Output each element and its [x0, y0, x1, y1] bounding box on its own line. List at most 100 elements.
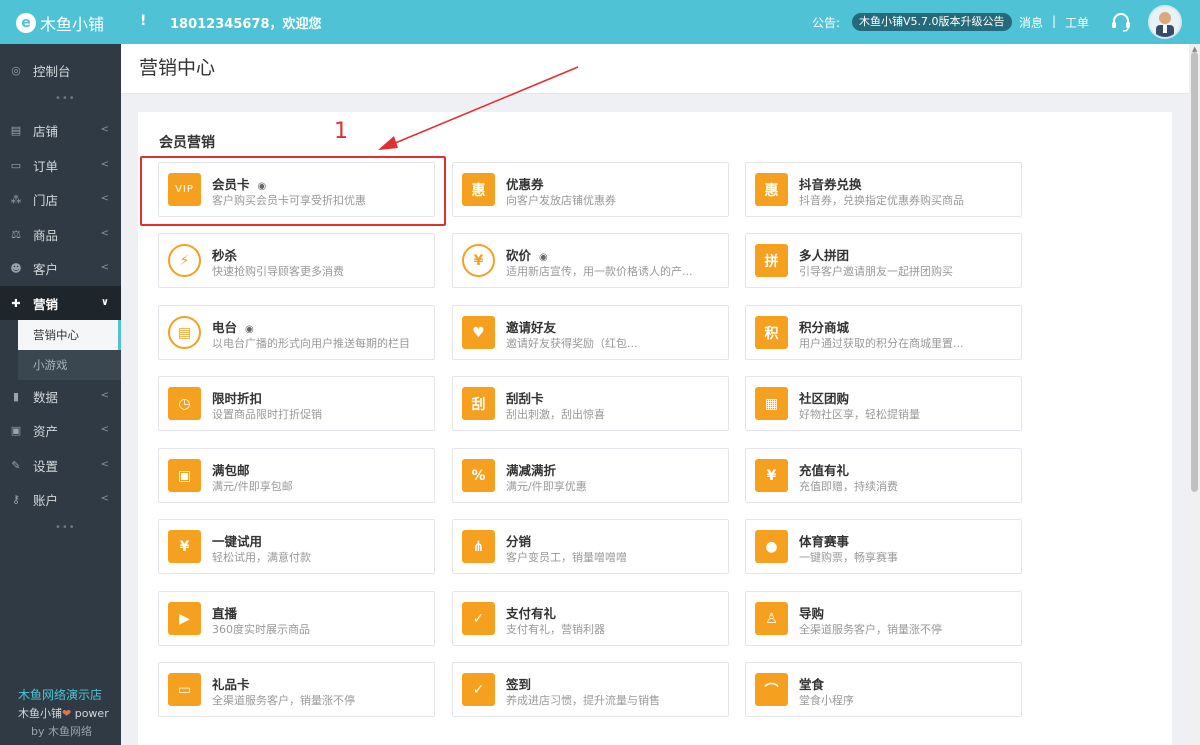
card-title: 多人拼团 — [799, 245, 849, 264]
chevron-left-icon: < — [100, 390, 109, 401]
by-credit: by 木鱼网络 — [31, 725, 92, 738]
store-icon: ▤ — [10, 123, 22, 137]
marketing-card-20[interactable]: ✓ 支付有礼 支付有礼，营销利器 — [452, 591, 729, 646]
marketing-card-6[interactable]: 拼多人拼团引导客户邀请朋友一起拼团购买 — [745, 233, 1022, 288]
chevron-left-icon: < — [100, 228, 109, 239]
sidebar-item-assets[interactable]: ▣ 资产 < — [0, 413, 121, 447]
marketing-card-7[interactable]: ▤ 电台 ◉ 以电台广播的形式向用户推送每期的栏目 — [158, 305, 435, 360]
card-title-text: 砍价 — [506, 248, 532, 263]
basketball-icon: ● — [755, 530, 788, 563]
order-icon: ▭ — [10, 158, 22, 172]
sidebar-item-orders[interactable]: ▭ 订单 < — [0, 148, 121, 182]
sidebar-item-label: 设置 — [33, 458, 59, 474]
marketing-card-4[interactable]: ⚡ 秒杀 快速抢购引导顾客更多消费 — [158, 233, 435, 288]
marketing-card-1[interactable]: VIP 会员卡 ◉ 客户购买会员卡可享受折扣优惠 — [158, 162, 435, 217]
guide-icon: ♙ — [755, 602, 788, 635]
sidebar-divider: ••• — [55, 93, 76, 104]
sidebar-item-customers[interactable]: ☻ 客户 < — [0, 251, 121, 285]
card-title-text: 礼品卡 — [212, 677, 250, 692]
goods-icon: ⚖ — [11, 227, 21, 241]
marketing-card-14[interactable]: % 满减满折 满元/件即享优惠 — [452, 448, 729, 503]
workorder-link[interactable]: 工单 — [1065, 14, 1089, 31]
card-title: 分销 — [506, 531, 531, 550]
card-description: 适用新店宣传，用一款价格诱人的产... — [506, 265, 693, 278]
user-avatar-icon — [1150, 7, 1180, 37]
marketing-card-5[interactable]: ¥ 砍价 ◉ 适用新店宣传，用一款价格诱人的产... — [452, 233, 729, 288]
sidebar-subitem-marketing-center[interactable]: 营销中心 — [18, 320, 121, 350]
marketing-card-16[interactable]: ¥ 一键试用 轻松试用，满意付款 — [158, 519, 435, 574]
marketing-card-11[interactable]: 刮刮刮卡 刮出刺激，刮出惊喜 — [452, 376, 729, 431]
scrollbar-thumb[interactable] — [1191, 52, 1198, 492]
marketing-card-21[interactable]: ♙ 导购 全渠道服务客户，销量涨不停 — [745, 591, 1022, 646]
card-description: 充值即赠，持续消费 — [799, 480, 898, 493]
card-title-text: 分销 — [506, 534, 532, 549]
asset-icon: ▣ — [10, 423, 22, 437]
logo-icon: e — [16, 13, 36, 33]
card-title: 导购 — [799, 603, 824, 622]
eye-icon[interactable]: ◉ — [258, 181, 267, 192]
bargain-icon: ¥ — [462, 244, 495, 277]
card-description: 支付有礼，营销利器 — [506, 623, 605, 636]
card-description: 用户通过获取的积分在商城里置... — [799, 337, 964, 350]
avatar[interactable] — [1148, 5, 1182, 39]
marketing-card-15[interactable]: ¥ 充值有礼 充值即赠，持续消费 — [745, 448, 1022, 503]
welcome-text: 18012345678，欢迎您 — [170, 17, 322, 32]
marketing-card-24[interactable]: ⌒ 堂食 堂食小程序 — [745, 662, 1022, 717]
sidebar-item-settings[interactable]: ✎ 设置 < — [0, 448, 121, 482]
moneybag-icon: ¥ — [755, 459, 788, 492]
card-description: 向客户发放店铺优惠券 — [506, 194, 616, 207]
eye-icon[interactable]: ◉ — [539, 252, 548, 263]
sidebar-subitem-mini-games[interactable]: 小游戏 — [18, 350, 121, 380]
card-title: 一键试用 — [212, 531, 262, 550]
card-title-text: 堂食 — [799, 677, 825, 692]
marketing-card-19[interactable]: ▶ 直播 360度实时展示商品 — [158, 591, 435, 646]
sidebar-item-store[interactable]: ▤ 店铺 < — [0, 113, 121, 147]
marketing-card-10[interactable]: ◷ 限时折扣 设置商品限时打折促销 — [158, 376, 435, 431]
card-title: 秒杀 — [212, 245, 237, 264]
sidebar-item-goods[interactable]: ⚖ 商品 < — [0, 217, 121, 251]
card-title: 邀请好友 — [506, 317, 556, 336]
card-title: 签到 — [506, 674, 531, 693]
group-buy-icon: 拼 — [755, 244, 788, 277]
card-title-text: 直播 — [212, 606, 238, 621]
card-title: 优惠券 — [506, 174, 544, 193]
card-description: 引导客户邀请朋友一起拼团购买 — [799, 265, 953, 278]
notice-label: 公告: — [812, 16, 841, 30]
logo[interactable]: e 木鱼小铺 — [16, 11, 104, 35]
chevron-left-icon: < — [100, 493, 109, 504]
marketing-card-18[interactable]: ● 体育赛事 一键购票，畅享赛事 — [745, 519, 1022, 574]
sidebar-item-marketing[interactable]: ✚ 营销 ∨ — [0, 286, 121, 320]
sidebar-item-data[interactable]: ▮ 数据 < — [0, 379, 121, 413]
card-title-text: 多人拼团 — [799, 248, 850, 263]
page-header: 营销中心 — [121, 44, 1189, 94]
marketing-card-13[interactable]: ▣ 满包邮 满元/件即享包邮 — [158, 448, 435, 503]
invite-icon: ♥ — [462, 316, 495, 349]
marketing-card-12[interactable]: ▦ 社区团购 好物社区享，轻松提销量 — [745, 376, 1022, 431]
page-scrollbar[interactable]: ▲ — [1189, 44, 1200, 745]
marketing-card-2[interactable]: 惠优惠券 向客户发放店铺优惠券 — [452, 162, 729, 217]
card-title: 电台 ◉ — [212, 317, 254, 336]
marketing-card-9[interactable]: 积积分商城 用户通过获取的积分在商城里置... — [745, 305, 1022, 360]
marketing-card-17[interactable]: ⋔ 分销 客户变员工，销量噌噌噌 — [452, 519, 729, 574]
sidebar-item-branches[interactable]: ⁂ 门店 < — [0, 182, 121, 216]
headset-icon[interactable] — [1110, 11, 1132, 33]
marketing-card-23[interactable]: ✓ 签到 养成进店习惯，提升流量与销售 — [452, 662, 729, 717]
sidebar-item-account[interactable]: ⚷ 账户 < — [0, 482, 121, 516]
card-title: 礼品卡 — [212, 674, 250, 693]
card-title-text: 抖音券兑换 — [799, 177, 862, 192]
card-title: 限时折扣 — [212, 388, 262, 407]
eye-icon[interactable]: ◉ — [245, 324, 254, 335]
sidebar-item-dashboard[interactable]: ◎ 控制台 — [0, 53, 121, 87]
marketing-card-22[interactable]: ▭ 礼品卡 全渠道服务客户，销量涨不停 — [158, 662, 435, 717]
lightning-icon: ⚡ — [168, 244, 201, 277]
marketing-card-3[interactable]: 惠抖音券兑换 抖音券，兑换指定优惠券购买商品 — [745, 162, 1022, 217]
alert-icon[interactable]: ! — [140, 13, 146, 29]
messages-link[interactable]: 消息 — [1019, 14, 1043, 31]
card-description: 以电台广播的形式向用户推送每期的栏目 — [212, 337, 410, 350]
card-title: 积分商城 — [799, 317, 849, 336]
marketing-card-8[interactable]: ♥ 邀请好友 邀请好友获得奖励（红包... — [452, 305, 729, 360]
card-description: 养成进店习惯，提升流量与销售 — [506, 694, 660, 707]
notice-link[interactable]: 木鱼小铺V5.7.0版本升级公告 — [852, 13, 1012, 31]
card-title-text: 秒杀 — [212, 248, 238, 263]
gift-card-icon: ▭ — [168, 673, 201, 706]
